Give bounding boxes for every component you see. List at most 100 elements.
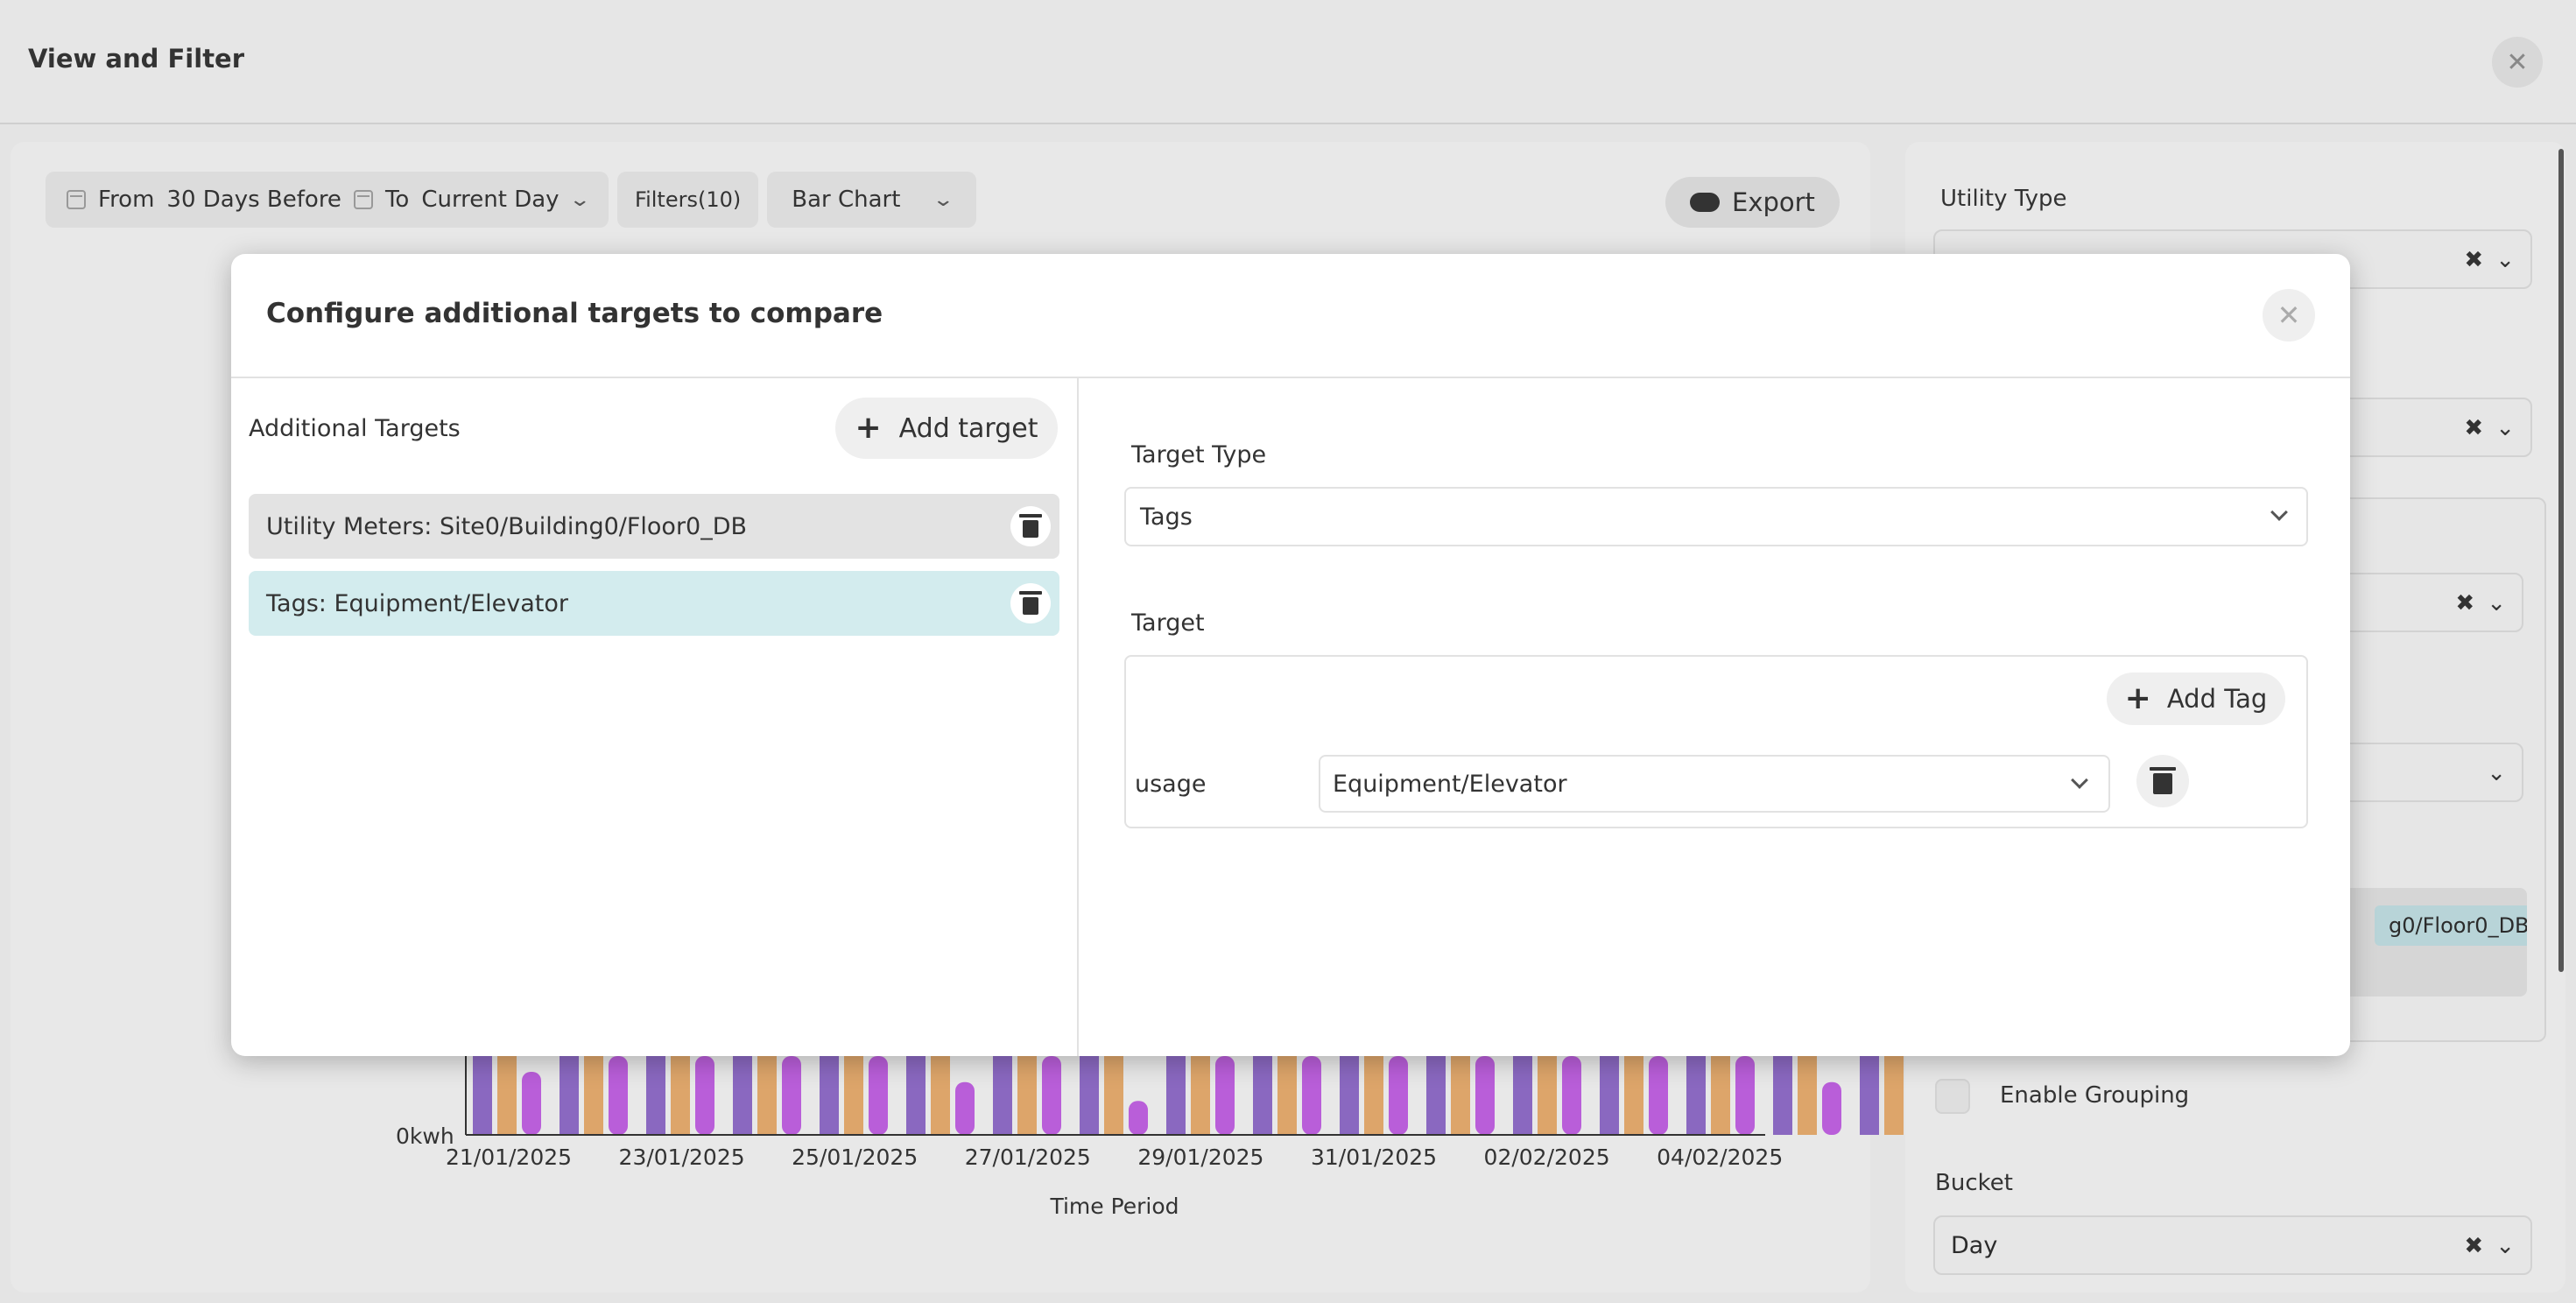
target-type-value: Tags <box>1140 503 1193 531</box>
bar-series-2 <box>1364 1056 1383 1135</box>
trash-icon <box>2150 767 2176 794</box>
bar-series-1 <box>993 1056 1012 1135</box>
x-axis-title: Time Period <box>1049 1194 1179 1219</box>
bar-series-1 <box>1860 1056 1879 1135</box>
x-tick-label: 27/01/2025 <box>965 1145 1091 1170</box>
bar-series-1 <box>1253 1056 1272 1135</box>
bar-series-3 <box>522 1072 541 1135</box>
tag-value-select[interactable]: Equipment/Elevator <box>1319 755 2110 813</box>
plus-icon: + <box>2124 680 2151 716</box>
target-label: Tags: Equipment/Elevator <box>266 589 569 617</box>
bar-series-3 <box>1822 1081 1841 1135</box>
clear-icon[interactable]: ✖ <box>2464 1233 2483 1259</box>
target-label-heading: Target <box>1131 609 1205 637</box>
bar-series-3 <box>782 1056 801 1135</box>
target-type-select[interactable]: Tags <box>1124 487 2308 546</box>
bar-series-1 <box>1600 1056 1619 1135</box>
bar-series-3 <box>1649 1056 1668 1135</box>
close-icon: ✕ <box>2277 299 2301 332</box>
bucket-select[interactable]: Day ✖ ⌄ <box>1933 1215 2532 1275</box>
enable-grouping-checkbox[interactable] <box>1935 1079 1970 1114</box>
bucket-value: Day <box>1951 1231 1998 1259</box>
bar-series-1 <box>1166 1056 1186 1135</box>
selected-target-chip[interactable]: g0/Floor0_DB <box>2375 905 2527 946</box>
delete-target-button[interactable] <box>1010 506 1051 546</box>
bar-series-1 <box>820 1056 839 1135</box>
enable-grouping-label: Enable Grouping <box>2000 1082 2190 1109</box>
x-tick-label: 25/01/2025 <box>792 1145 918 1170</box>
bar-series-2 <box>1191 1056 1210 1135</box>
add-tag-button[interactable]: + Add Tag <box>2107 673 2285 725</box>
bar-series-3 <box>1475 1056 1495 1135</box>
chevron-down-icon: ⌄ <box>2495 1233 2515 1259</box>
x-tick-label: 29/01/2025 <box>1137 1145 1263 1170</box>
bar-series-2 <box>1624 1056 1643 1135</box>
scrollbar[interactable] <box>2558 149 2564 972</box>
bar-series-1 <box>1513 1056 1532 1135</box>
target-label: Utility Meters: Site0/Building0/Floor0_D… <box>266 512 748 540</box>
bar-series-2 <box>584 1056 603 1135</box>
bar-series-2 <box>1104 1056 1123 1135</box>
clear-icon[interactable]: ✖ <box>2464 247 2483 273</box>
add-tag-label: Add Tag <box>2166 684 2268 714</box>
additional-targets-label: Additional Targets <box>249 415 461 442</box>
chevron-down-icon <box>2071 771 2088 789</box>
modal-close-button[interactable]: ✕ <box>2263 289 2315 342</box>
clear-icon[interactable]: ✖ <box>2464 415 2483 441</box>
bar-series-1 <box>1080 1056 1099 1135</box>
bar-series-3 <box>1129 1101 1148 1135</box>
x-tick-label: 21/01/2025 <box>446 1145 572 1170</box>
chevron-down-icon: ⌄ <box>2487 590 2506 616</box>
chevron-down-icon <box>2270 504 2288 521</box>
bar-series-2 <box>1277 1056 1297 1135</box>
configure-targets-modal: Configure additional targets to compare … <box>231 254 2350 1056</box>
chevron-down-icon: ⌄ <box>2495 247 2515 273</box>
tag-key-label: usage <box>1135 771 1207 798</box>
bar-series-3 <box>1215 1056 1235 1135</box>
bar-series-1 <box>733 1056 752 1135</box>
bar-series-2 <box>671 1056 690 1135</box>
bar-series-1 <box>1773 1056 1792 1135</box>
chevron-down-icon: ⌄ <box>2495 415 2515 441</box>
bar-series-1 <box>1340 1056 1359 1135</box>
bar-series-1 <box>906 1056 926 1135</box>
target-list-item[interactable]: Utility Meters: Site0/Building0/Floor0_D… <box>249 494 1059 559</box>
modal-title: Configure additional targets to compare <box>266 298 883 329</box>
x-tick-label: 02/02/2025 <box>1484 1145 1610 1170</box>
bar-series-2 <box>1711 1056 1730 1135</box>
bar-series-2 <box>931 1056 950 1135</box>
bar-series-2 <box>757 1056 777 1135</box>
bar-series-3 <box>1562 1056 1581 1135</box>
modal-header: Configure additional targets to compare … <box>231 254 2350 378</box>
clear-icon[interactable]: ✖ <box>2455 590 2474 616</box>
plus-icon: + <box>855 410 882 446</box>
bar-series-2 <box>1538 1056 1557 1135</box>
x-tick-label: 04/02/2025 <box>1657 1145 1783 1170</box>
bucket-label: Bucket <box>1935 1170 2013 1196</box>
bar-series-2 <box>844 1056 863 1135</box>
bar-series-2 <box>1884 1056 1904 1135</box>
trash-icon <box>1019 514 1042 538</box>
add-target-button[interactable]: + Add target <box>835 398 1058 459</box>
bar-series-1 <box>1686 1056 1706 1135</box>
bar-series-3 <box>1042 1056 1061 1135</box>
bar-series-3 <box>1389 1056 1408 1135</box>
x-tick-label: 31/01/2025 <box>1311 1145 1437 1170</box>
utility-type-label: Utility Type <box>1940 186 2067 212</box>
target-list-item-selected[interactable]: Tags: Equipment/Elevator <box>249 571 1059 636</box>
bar-series-3 <box>695 1056 714 1135</box>
bar-series-3 <box>609 1056 628 1135</box>
target-type-label: Target Type <box>1131 441 1267 468</box>
modal-divider <box>1077 378 1079 1056</box>
trash-icon <box>1019 591 1042 615</box>
delete-target-button[interactable] <box>1010 583 1051 623</box>
tag-value: Equipment/Elevator <box>1333 770 1567 798</box>
add-target-label: Add target <box>898 412 1038 444</box>
bar-series-3 <box>955 1081 975 1135</box>
bar-series-2 <box>497 1056 517 1135</box>
delete-tag-button[interactable] <box>2136 755 2189 807</box>
bar-series-1 <box>560 1056 579 1135</box>
bar-series-2 <box>1451 1056 1470 1135</box>
x-tick-label: 23/01/2025 <box>619 1145 745 1170</box>
chevron-down-icon: ⌄ <box>2487 760 2506 786</box>
